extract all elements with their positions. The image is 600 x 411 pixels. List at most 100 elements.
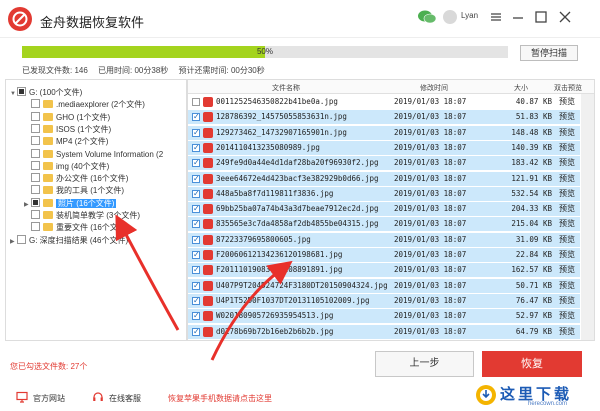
tree-checkbox[interactable]	[17, 234, 26, 244]
preview-link[interactable]: 预览	[559, 325, 575, 339]
expand-icon[interactable]: ▶	[10, 236, 17, 248]
file-list-scrollbar[interactable]	[581, 94, 594, 340]
iphone-recovery-promo-link[interactable]: 恢复苹果手机数据请点击这里	[168, 393, 272, 404]
preview-link[interactable]: 预览	[559, 126, 575, 140]
recover-button[interactable]: 恢复	[482, 351, 582, 377]
row-checkbox[interactable]	[192, 156, 200, 170]
table-row[interactable]: W020180905726935954513.jpg 2019/01/03 18:…	[188, 309, 580, 324]
tree-checkbox[interactable]	[31, 173, 40, 183]
tree-item[interactable]: 我的工具 (1个文件)	[24, 185, 124, 197]
table-row[interactable]: 128786392_14575055853631n.jpg 2019/01/03 …	[188, 110, 580, 125]
table-row[interactable]: F20060612134236120198681.jpg 2019/01/03 1…	[188, 248, 580, 262]
row-checkbox[interactable]	[192, 202, 200, 216]
table-row[interactable]: 87223379695800605.jpg 2019/01/03 18:07 31.…	[188, 232, 580, 247]
preview-link[interactable]: 预览	[559, 217, 575, 231]
table-row[interactable]: 2014110413235080989.jpg 2019/01/03 18:07 1…	[188, 140, 580, 155]
preview-link[interactable]: 预览	[559, 279, 575, 293]
avatar[interactable]	[443, 10, 457, 24]
tree-checkbox[interactable]	[31, 222, 40, 232]
row-checkbox[interactable]	[192, 126, 200, 140]
column-header-preview[interactable]: 双击预览	[554, 83, 582, 93]
row-checkbox[interactable]	[192, 110, 200, 124]
preview-link[interactable]: 预览	[559, 156, 575, 170]
preview-link[interactable]: 预览	[559, 294, 575, 308]
table-row[interactable]: 0011252546350822b41be0a.jpg 2019/01/03 18…	[188, 95, 580, 109]
tree-checkbox[interactable]	[31, 197, 40, 207]
row-checkbox[interactable]	[192, 325, 200, 339]
preview-link[interactable]: 预览	[559, 141, 575, 155]
tree-item[interactable]: System Volume Information (2	[24, 148, 163, 161]
tree-checkbox[interactable]	[31, 160, 40, 170]
table-row[interactable]: 249fe9d0a44e4d1daf28ba20f96930f2.jpg 2019…	[188, 156, 580, 171]
tree-checkbox[interactable]	[17, 87, 26, 96]
minimize-icon[interactable]	[507, 6, 529, 28]
previous-step-button[interactable]: 上一步	[375, 351, 474, 377]
folder-icon	[43, 174, 53, 183]
tree-item[interactable]: .mediaexplorer (2个文件)	[24, 99, 145, 111]
tree-item[interactable]: MP4 (2个文件)	[24, 136, 108, 148]
maximize-icon[interactable]	[530, 6, 552, 28]
preview-link[interactable]: 预览	[559, 233, 575, 247]
official-site-link[interactable]: 官方网站	[33, 393, 65, 404]
tree-item[interactable]: img (40个文件)	[24, 160, 109, 173]
table-row[interactable]: 448a5ba8f7d119811f3836.jpg 2019/01/03 18:…	[188, 186, 580, 201]
tree-checkbox[interactable]	[31, 136, 40, 146]
tree-item[interactable]: 装机简单教学 (3个文件)	[24, 210, 140, 222]
preview-link[interactable]: 预览	[559, 187, 575, 201]
table-row[interactable]: 129273462_14732907165901n.jpg 2019/01/03 …	[188, 125, 580, 140]
tree-item[interactable]: GHO (1个文件)	[24, 111, 110, 124]
tree-checkbox[interactable]	[31, 123, 40, 133]
tree-checkbox[interactable]	[31, 111, 40, 121]
column-header-date[interactable]: 修改时间	[420, 83, 448, 93]
table-row[interactable]: 835565e3c7da4858af2db4855be04315.jpg 2019…	[188, 217, 580, 232]
folder-tree[interactable]: ▼ G: (100个文件) .mediaexplorer (2个文件) GHO (1个…	[5, 79, 187, 341]
menu-icon[interactable]	[485, 6, 507, 28]
table-row[interactable]: 3eee64672e4d423bacf3e382929b0d66.jpg 2019…	[188, 171, 580, 186]
tree-checkbox[interactable]	[31, 185, 40, 195]
tree-item[interactable]: 重要文件 (16个文件)	[24, 222, 128, 234]
online-service-link[interactable]: 在线客服	[109, 393, 141, 404]
close-icon[interactable]	[554, 6, 576, 28]
row-checkbox[interactable]	[192, 187, 200, 201]
table-row[interactable]: F20111019083458208891891.jpg 2019/01/03 1…	[188, 263, 580, 278]
preview-link[interactable]: 预览	[559, 309, 575, 323]
tree-item[interactable]: 办公文件 (16个文件)	[24, 173, 128, 185]
tree-item[interactable]: ▶ G: 深度扫描结果 (46个文件)	[10, 234, 128, 248]
preview-link[interactable]: 预览	[559, 172, 575, 186]
table-row[interactable]: 69bb25ba07a74b43a3d7beae7912ec2d.jpg 2019…	[188, 202, 580, 217]
file-list[interactable]: 文件名称 修改时间 大小 双击预览 0011252546350822b41be0…	[187, 79, 595, 341]
expand-icon[interactable]: ▶	[24, 199, 31, 211]
preview-link[interactable]: 预览	[559, 248, 575, 262]
username[interactable]: Lyan	[461, 11, 478, 20]
tree-checkbox[interactable]	[31, 99, 40, 109]
row-checkbox[interactable]	[192, 248, 200, 262]
tree-item[interactable]: ISOS (1个文件)	[24, 123, 111, 136]
row-checkbox[interactable]	[192, 217, 200, 231]
tree-checkbox[interactable]	[31, 210, 40, 219]
row-checkbox[interactable]	[192, 98, 200, 106]
file-list-header: 文件名称 修改时间 大小 双击预览	[188, 80, 594, 94]
row-checkbox[interactable]	[192, 172, 200, 186]
tree-checkbox[interactable]	[31, 148, 40, 158]
table-row[interactable]: d0278b69b72b16eb2b6b2b.jpg 2019/01/03 18:…	[188, 324, 580, 339]
tree-item[interactable]: ▼ G: (100个文件)	[10, 87, 82, 99]
row-checkbox[interactable]	[192, 141, 200, 155]
preview-link[interactable]: 预览	[559, 95, 575, 109]
table-row[interactable]: U4P1T52D0F1037DT20131105102009.jpg 2019/0…	[188, 293, 580, 308]
pause-scan-button[interactable]: 暂停扫描	[520, 45, 578, 61]
site-watermark: 这里下载 herecown.com	[470, 383, 596, 409]
row-checkbox[interactable]	[192, 294, 200, 308]
preview-link[interactable]: 预览	[559, 263, 575, 277]
collapse-icon[interactable]: ▼	[10, 88, 17, 100]
column-header-size[interactable]: 大小	[514, 83, 528, 93]
wechat-icon[interactable]	[417, 10, 437, 24]
row-checkbox[interactable]	[192, 309, 200, 323]
preview-link[interactable]: 预览	[559, 110, 575, 124]
column-header-name[interactable]: 文件名称	[272, 83, 300, 93]
tree-item[interactable]: ▶ 照片 (16个文件)	[24, 197, 117, 211]
row-checkbox[interactable]	[192, 279, 200, 293]
row-checkbox[interactable]	[192, 233, 200, 247]
row-checkbox[interactable]	[192, 263, 200, 277]
preview-link[interactable]: 预览	[559, 202, 575, 216]
table-row[interactable]: U407P9T204D24724F3180DT20150904324.jpg 20…	[188, 278, 580, 293]
